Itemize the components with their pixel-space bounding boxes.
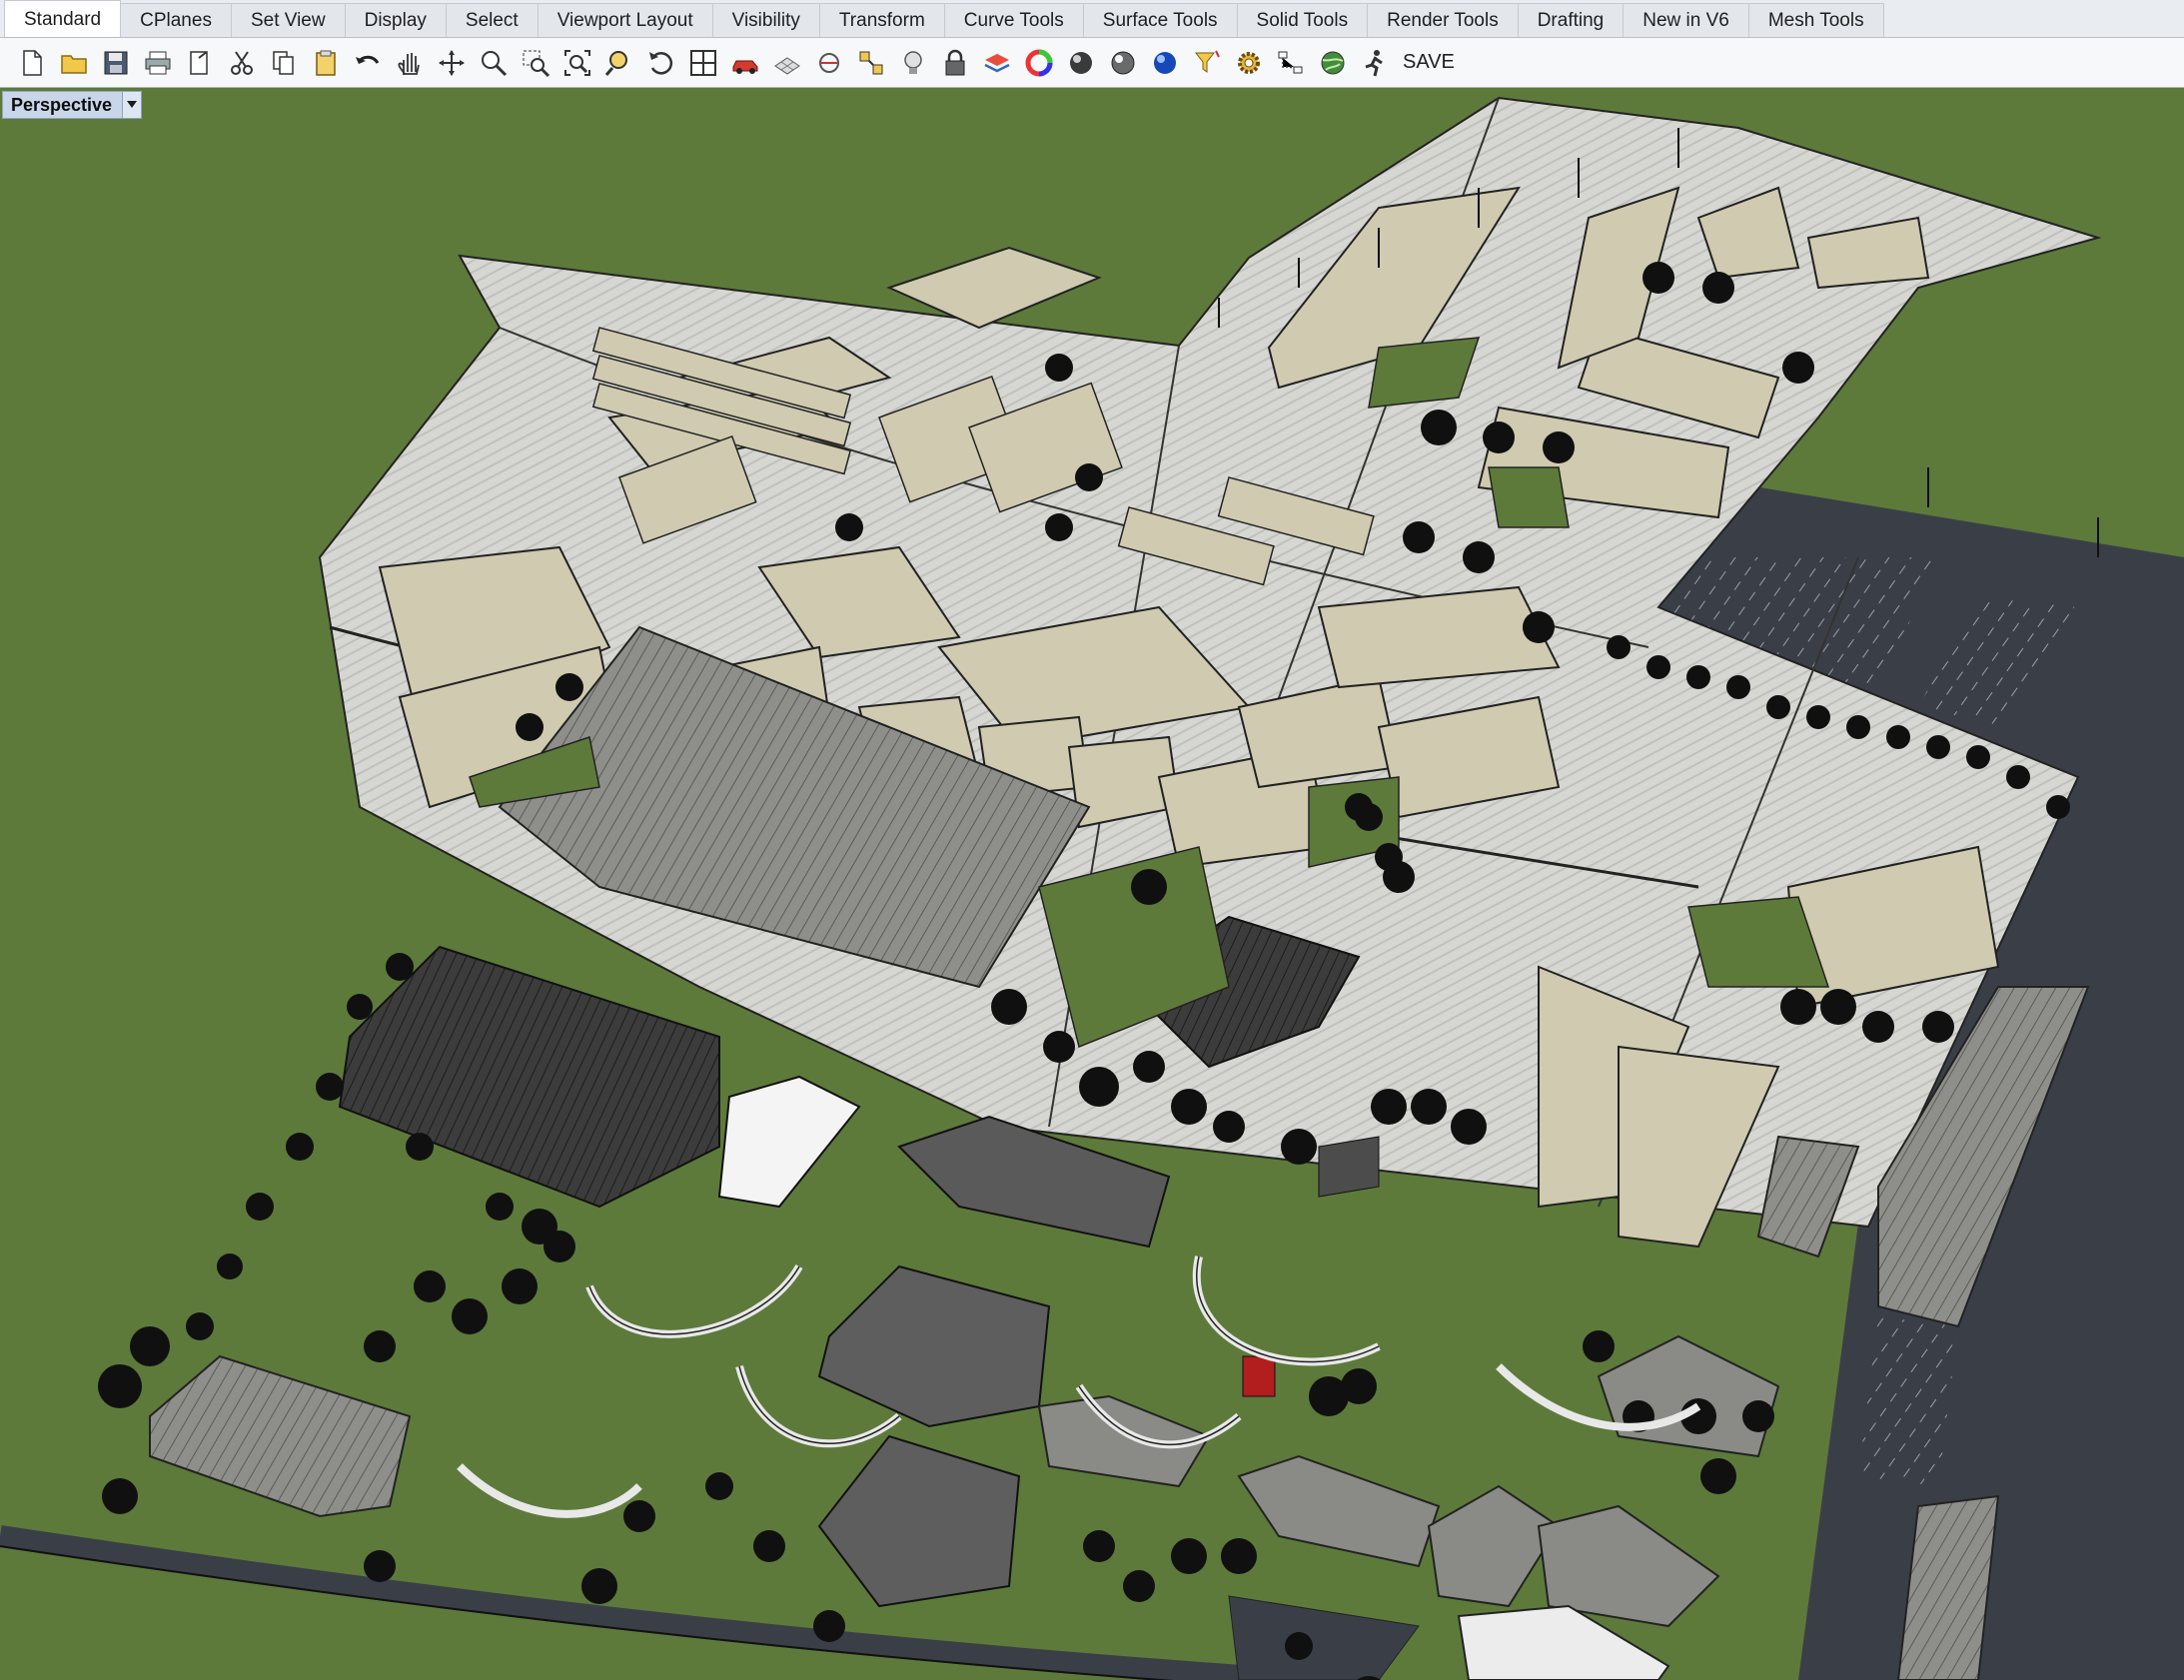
named-views-icon[interactable] [1273,45,1309,81]
filter-icon[interactable] [1189,45,1225,81]
rendered-sphere-icon[interactable] [1105,45,1141,81]
tab-cplanes[interactable]: CPlanes [120,3,232,37]
tab-visibility[interactable]: Visibility [711,3,820,37]
pan-hand-icon[interactable] [392,45,428,81]
chevron-down-icon[interactable] [122,92,142,118]
undo-icon[interactable] [350,45,386,81]
zoom-window-icon[interactable] [518,45,553,81]
material-sphere-icon[interactable] [1147,45,1183,81]
save-icon[interactable] [98,45,134,81]
zoom-extents-icon[interactable] [559,45,595,81]
copy-icon[interactable] [266,45,302,81]
tab-transform[interactable]: Transform [818,3,945,37]
globe-icon[interactable] [1315,45,1351,81]
shaded-sphere-icon[interactable] [1063,45,1099,81]
zoom-selected-icon[interactable] [601,45,637,81]
grid-icon[interactable] [769,45,805,81]
open-folder-icon[interactable] [56,45,92,81]
snap-icon[interactable] [853,45,889,81]
layer-icon[interactable] [979,45,1015,81]
color-wheel-icon[interactable] [1021,45,1057,81]
perspective-viewport[interactable]: Perspective [0,88,2184,1680]
tab-render-tools[interactable]: Render Tools [1367,3,1519,37]
tab-new-in-v6[interactable]: New in V6 [1623,3,1749,37]
new-file-icon[interactable] [14,45,50,81]
lock-icon[interactable] [937,45,973,81]
scene-render [0,88,2184,1680]
zoom-icon[interactable] [476,45,512,81]
rotate-view-icon[interactable] [434,45,470,81]
tab-drafting[interactable]: Drafting [1517,3,1625,37]
viewport-title-tab[interactable]: Perspective [2,91,143,119]
cut-icon[interactable] [224,45,260,81]
tab-display[interactable]: Display [344,3,447,37]
running-man-icon[interactable] [1357,45,1393,81]
tab-surface-tools[interactable]: Surface Tools [1082,3,1238,37]
tab-viewport-layout[interactable]: Viewport Layout [537,3,713,37]
light-icon[interactable] [895,45,931,81]
tab-solid-tools[interactable]: Solid Tools [1236,3,1369,37]
car-icon[interactable] [727,45,763,81]
import-icon[interactable] [182,45,218,81]
paste-icon[interactable] [308,45,344,81]
ribbon-tab-bar: Standard CPlanes Set View Display Select View… [0,0,2184,38]
tab-set-view[interactable]: Set View [230,3,346,37]
save-button[interactable]: SAVE [1403,51,1455,74]
cplane-icon[interactable] [811,45,847,81]
print-icon[interactable] [140,45,176,81]
tab-select[interactable]: Select [445,3,539,37]
viewport-layout-icon[interactable] [685,45,721,81]
viewport-title: Perspective [11,94,113,115]
undo-view-icon[interactable] [643,45,679,81]
standard-toolbar: SAVE [0,38,2184,88]
tab-mesh-tools[interactable]: Mesh Tools [1747,3,1884,37]
tab-curve-tools[interactable]: Curve Tools [943,3,1084,37]
options-gear-icon[interactable] [1231,45,1267,81]
tab-standard[interactable]: Standard [4,0,122,37]
